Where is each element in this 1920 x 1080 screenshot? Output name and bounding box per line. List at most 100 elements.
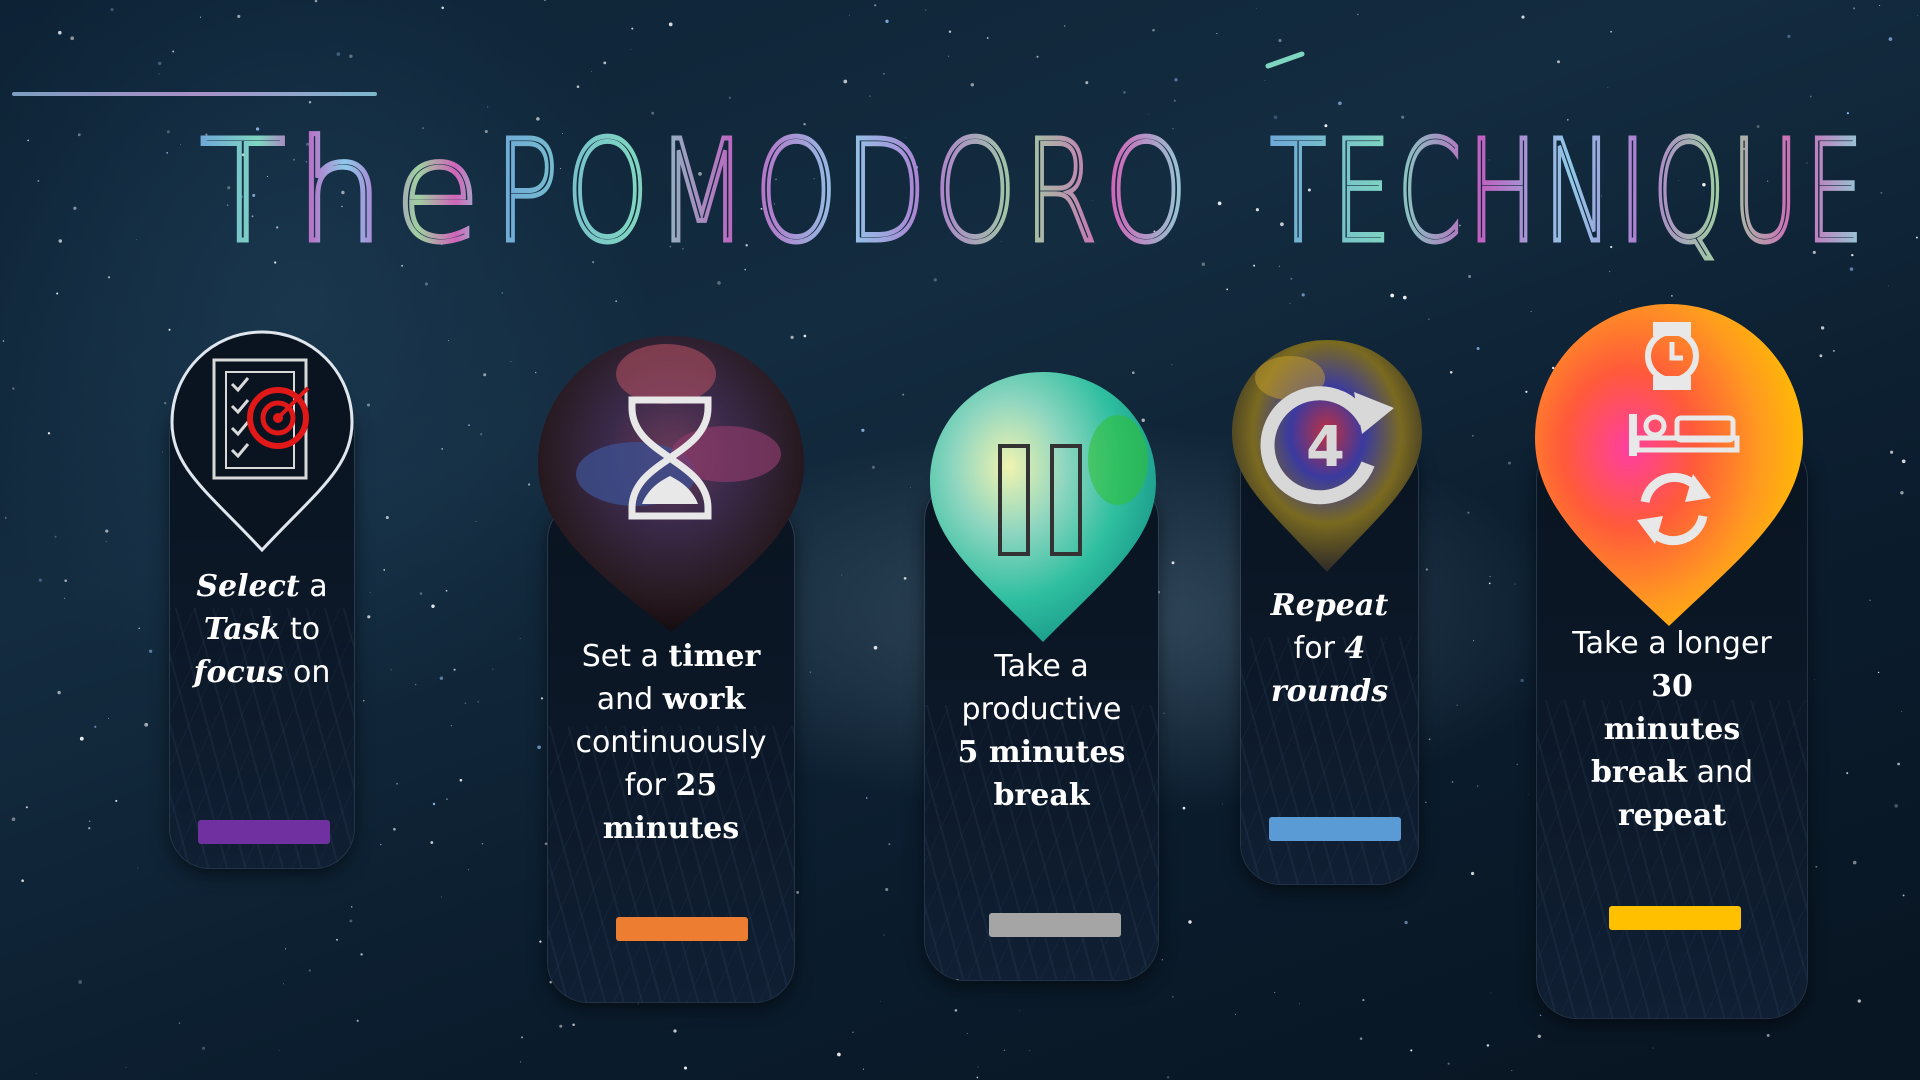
star bbox=[1166, 1076, 1170, 1079]
star bbox=[1516, 763, 1518, 766]
star bbox=[885, 887, 889, 892]
star bbox=[163, 401, 167, 405]
star bbox=[1489, 575, 1491, 577]
star bbox=[1163, 712, 1165, 714]
title-word-pomodoro: POMODORO bbox=[495, 111, 1195, 274]
star bbox=[1359, 1037, 1363, 1040]
star bbox=[1425, 801, 1427, 803]
star bbox=[148, 649, 153, 653]
star bbox=[441, 448, 443, 450]
star bbox=[54, 535, 57, 538]
star bbox=[1362, 999, 1365, 1002]
step-3-color-bar bbox=[989, 913, 1121, 937]
star bbox=[393, 827, 396, 831]
star bbox=[549, 980, 552, 984]
star bbox=[1234, 1013, 1236, 1015]
star bbox=[105, 541, 107, 543]
star bbox=[459, 778, 463, 782]
star bbox=[865, 797, 868, 799]
star bbox=[540, 697, 544, 700]
star bbox=[477, 701, 479, 703]
star bbox=[79, 736, 84, 741]
star bbox=[1161, 959, 1163, 961]
star bbox=[1514, 583, 1516, 585]
step-5-color-bar bbox=[1609, 906, 1741, 930]
star bbox=[615, 300, 618, 303]
star bbox=[1221, 803, 1223, 805]
star bbox=[25, 806, 28, 809]
star bbox=[1019, 1010, 1020, 1011]
star bbox=[879, 1001, 881, 1002]
star bbox=[1832, 349, 1835, 352]
star bbox=[1901, 459, 1906, 464]
star bbox=[1289, 302, 1291, 304]
star bbox=[336, 938, 338, 941]
star bbox=[448, 340, 450, 342]
star bbox=[910, 487, 911, 488]
star bbox=[38, 578, 42, 582]
star bbox=[852, 1031, 854, 1033]
star bbox=[1900, 491, 1904, 495]
star bbox=[138, 627, 140, 629]
star bbox=[1852, 860, 1857, 865]
star bbox=[88, 827, 91, 830]
star bbox=[64, 579, 67, 582]
star bbox=[390, 669, 392, 671]
star bbox=[464, 702, 467, 705]
star bbox=[1894, 804, 1898, 808]
star bbox=[1404, 920, 1408, 925]
star bbox=[883, 934, 885, 936]
star bbox=[468, 424, 470, 426]
star bbox=[11, 817, 16, 822]
star bbox=[873, 645, 878, 650]
star bbox=[539, 940, 542, 943]
step-5-pin bbox=[1535, 304, 1803, 626]
step-4-color-bar bbox=[1269, 817, 1401, 841]
star bbox=[178, 1022, 181, 1024]
star bbox=[954, 1009, 958, 1012]
star bbox=[903, 577, 907, 580]
star bbox=[21, 879, 24, 882]
star bbox=[1486, 1044, 1490, 1047]
star bbox=[1274, 992, 1276, 994]
star bbox=[47, 432, 51, 435]
star bbox=[283, 983, 285, 985]
star bbox=[144, 722, 149, 727]
star bbox=[1877, 671, 1880, 674]
star bbox=[1520, 678, 1524, 683]
star bbox=[1652, 1047, 1654, 1049]
star bbox=[1476, 785, 1479, 787]
star bbox=[861, 428, 865, 432]
star bbox=[1766, 1033, 1770, 1037]
star bbox=[1846, 772, 1849, 775]
step-1-color-bar bbox=[198, 820, 330, 844]
page-title: The POMODORO TECHNIQUE bbox=[198, 51, 1863, 277]
star bbox=[1428, 318, 1430, 321]
star bbox=[481, 843, 484, 845]
star bbox=[1530, 310, 1532, 312]
star bbox=[1172, 996, 1174, 998]
star bbox=[440, 896, 442, 898]
step-4-text: Repeat for 4 rounds bbox=[1270, 588, 1389, 709]
star bbox=[349, 919, 353, 923]
star bbox=[396, 782, 398, 785]
star bbox=[1428, 738, 1431, 741]
star bbox=[367, 615, 371, 619]
star bbox=[356, 1019, 359, 1022]
star bbox=[1508, 461, 1511, 465]
star bbox=[520, 1061, 522, 1063]
star bbox=[1539, 1014, 1542, 1017]
star bbox=[1473, 640, 1475, 642]
star bbox=[115, 799, 118, 802]
star bbox=[431, 604, 435, 608]
star bbox=[976, 1076, 979, 1079]
star bbox=[363, 699, 365, 702]
star bbox=[4, 517, 7, 519]
star bbox=[1525, 390, 1528, 393]
star bbox=[966, 1032, 968, 1034]
star bbox=[36, 1073, 38, 1074]
star bbox=[125, 1066, 127, 1068]
star bbox=[1472, 435, 1474, 437]
star bbox=[1869, 599, 1871, 602]
star bbox=[1447, 1062, 1450, 1065]
